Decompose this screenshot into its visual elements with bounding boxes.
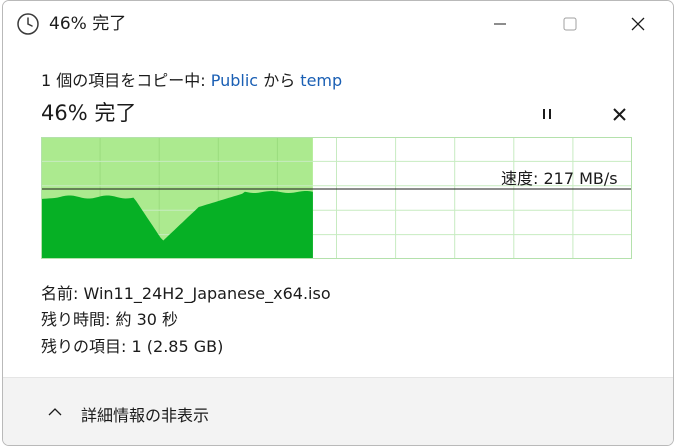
clock-icon <box>17 13 39 35</box>
copy-status-prefix: 1 個の項目をコピー中: <box>41 71 211 90</box>
pause-icon <box>543 109 545 119</box>
hide-details-label: 詳細情報の非表示 <box>81 406 210 425</box>
detail-file-name: 名前: Win11_24H2_Japanese_x64.iso <box>41 280 331 304</box>
speed-label: 速度: 217 MB/s <box>501 169 618 188</box>
items-remaining-label: 残りの項目: <box>41 337 127 356</box>
pause-icon-bar <box>549 109 551 119</box>
close-icon <box>631 17 645 31</box>
source-folder-link[interactable]: Public <box>211 71 258 90</box>
progress-heading: 46% 完了 <box>41 101 137 125</box>
window-title: 46% 完了 <box>49 14 127 34</box>
title-bar[interactable]: 46% 完了 <box>3 1 673 47</box>
minimize-icon <box>494 23 506 25</box>
cancel-icon <box>613 108 626 121</box>
time-remaining-label: 残り時間: <box>41 310 111 329</box>
close-button[interactable] <box>603 1 673 47</box>
copy-status-line: 1 個の項目をコピー中: Public から temp <box>41 67 342 91</box>
chevron-up-icon <box>48 408 62 416</box>
cancel-button[interactable] <box>606 100 634 128</box>
copy-status-middle: から <box>258 71 301 90</box>
file-name-label: 名前: <box>41 284 79 303</box>
detail-items-remaining: 残りの項目: 1 (2.85 GB) <box>41 333 223 357</box>
content-area: 1 個の項目をコピー中: Public から temp 46% 完了 速度: 2… <box>3 47 673 377</box>
time-remaining-value: 約 30 秒 <box>115 310 179 329</box>
destination-folder-link[interactable]: temp <box>300 71 342 90</box>
detail-time-remaining: 残り時間: 約 30 秒 <box>41 306 178 330</box>
minimize-button[interactable] <box>465 1 535 47</box>
copy-progress-window: 46% 完了 1 個の項目をコピー中: Public から temp 46% 完… <box>2 0 674 446</box>
pause-button[interactable] <box>533 100 561 128</box>
items-remaining-value: 1 (2.85 GB) <box>131 337 224 356</box>
maximize-button[interactable] <box>535 1 605 47</box>
transfer-speed-graph <box>41 137 632 259</box>
file-name-value: Win11_24H2_Japanese_x64.iso <box>83 284 331 303</box>
footer-bar: 詳細情報の非表示 <box>3 377 673 445</box>
maximize-icon <box>563 17 577 31</box>
